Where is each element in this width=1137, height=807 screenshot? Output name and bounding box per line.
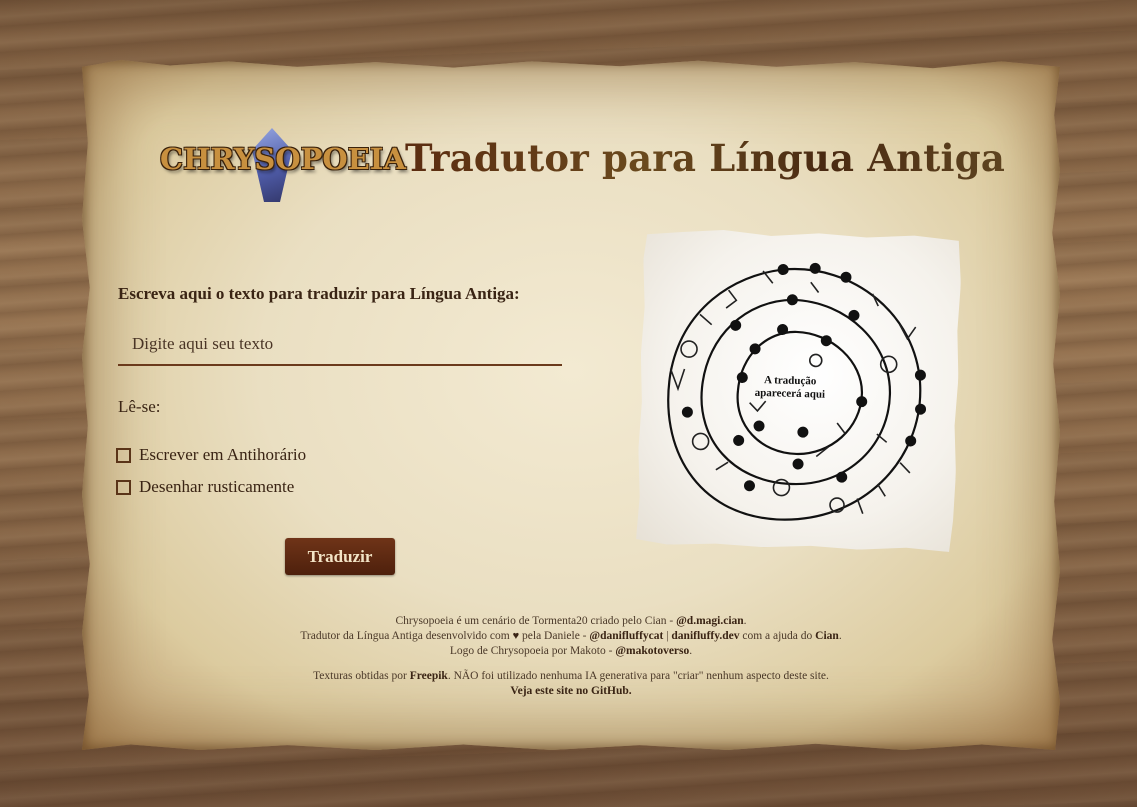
counterclockwise-checkbox[interactable] bbox=[116, 447, 131, 463]
footer-text: Tradutor da Língua Antiga desenvolvido c… bbox=[300, 630, 513, 642]
translation-preview-paper: A tradução aparecerá aqui bbox=[636, 228, 962, 552]
chrysopoeia-logo: CHRYSOPOEIA bbox=[160, 128, 406, 206]
preview-placeholder-line1: A tradução bbox=[764, 374, 817, 387]
rustic-checkbox[interactable] bbox=[116, 479, 131, 495]
cian-name-link[interactable]: Cian bbox=[815, 630, 839, 642]
footer-credits: Chrysopoeia é um cenário de Tormenta20 c… bbox=[82, 614, 1060, 699]
counterclockwise-label: Escrever em Antihorário bbox=[139, 445, 307, 464]
logo-text: CHRYSOPOEIA bbox=[160, 142, 406, 176]
footer-text: Logo de Chrysopoeia por Makoto - bbox=[449, 645, 616, 657]
footer-text: Chrysopoeia é um cenário de Tormenta20 c… bbox=[395, 615, 677, 627]
footer-text: . bbox=[689, 645, 693, 657]
footer-text: . bbox=[838, 630, 842, 642]
footer-text: Texturas obtidas por bbox=[313, 670, 410, 682]
footer-text: . NÃO foi utilizado nenhuma IA generativ… bbox=[447, 670, 829, 682]
freepik-link[interactable]: Freepik bbox=[410, 670, 448, 682]
footer-line-2: Tradutor da Língua Antiga desenvolvido c… bbox=[82, 629, 1060, 644]
github-link[interactable]: Veja este site no GitHub. bbox=[510, 685, 631, 697]
danifluffycat-link[interactable]: @danifluffycat bbox=[589, 630, 663, 642]
text-input[interactable] bbox=[118, 324, 562, 366]
footer-text: com a ajuda do bbox=[739, 630, 816, 642]
input-prompt-label: Escreva aqui o texto para traduzir para … bbox=[118, 284, 520, 303]
rustic-label: Desenhar rusticamente bbox=[139, 477, 295, 496]
translate-button[interactable]: Traduzir bbox=[285, 538, 395, 575]
option-counterclockwise[interactable]: Escrever em Antihorário bbox=[116, 445, 306, 465]
footer-text: . bbox=[743, 615, 747, 627]
footer-line-1: Chrysopoeia é um cenário de Tormenta20 c… bbox=[82, 614, 1060, 629]
footer-line-5: Veja este site no GitHub. bbox=[82, 684, 1060, 699]
footer-line-3: Logo de Chrysopoeia por Makoto - @makoto… bbox=[82, 644, 1060, 659]
cian-link[interactable]: @d.magi.cian bbox=[676, 615, 744, 627]
makotoverso-link[interactable]: @makotoverso bbox=[615, 645, 689, 657]
danifluffy-dev-link[interactable]: danifluffy.dev bbox=[671, 630, 739, 642]
reading-label: Lê-se: bbox=[118, 397, 161, 416]
footer-line-4: Texturas obtidas por Freepik. NÃO foi ut… bbox=[82, 669, 1060, 684]
option-rustic[interactable]: Desenhar rusticamente bbox=[116, 477, 294, 497]
page-title: Tradutor para Língua Antiga bbox=[405, 136, 1006, 180]
footer-text: pela Daniele - bbox=[519, 630, 590, 642]
ancient-script-spiral: A tradução aparecerá aqui bbox=[636, 228, 962, 552]
preview-placeholder-line2: aparecerá aqui bbox=[755, 387, 826, 401]
